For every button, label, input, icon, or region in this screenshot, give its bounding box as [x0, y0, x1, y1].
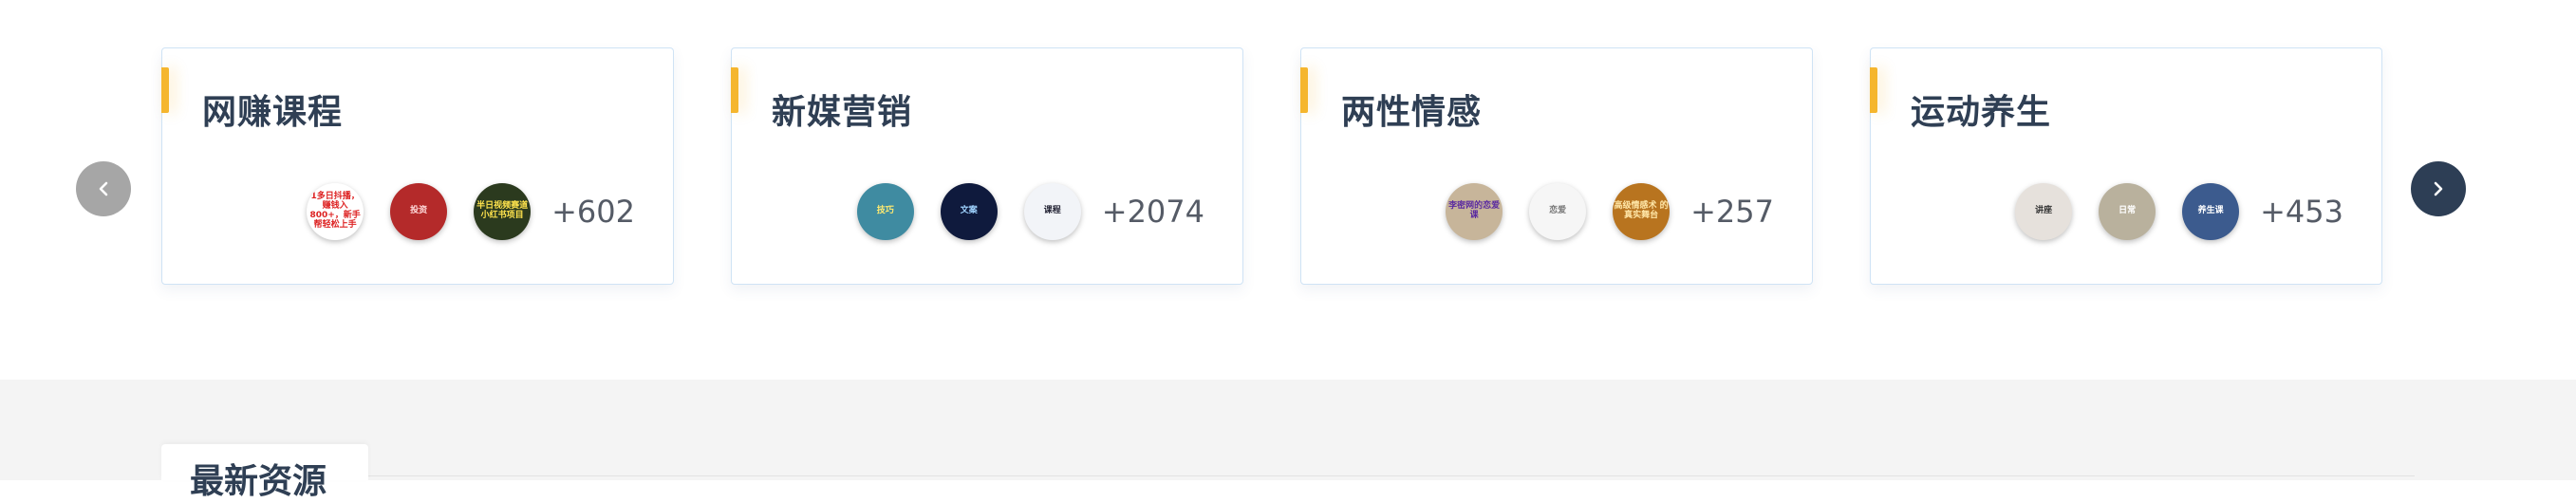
category-title: 新媒营销 [772, 93, 913, 132]
category-card-yundong[interactable]: 运动养生 讲座 日常 养生课 +453 [1870, 47, 2382, 285]
category-title: 运动养生 [1911, 93, 2052, 132]
category-title: 两性情感 [1341, 93, 1483, 132]
card-accent-bar [161, 67, 169, 113]
thumbnail-text: 技巧 [876, 206, 894, 216]
card-accent-bar [1870, 67, 1877, 113]
resource-count: +453 [2260, 194, 2343, 230]
section-title: 最新资源 [190, 462, 327, 501]
thumbnail-stack: 1多日抖播，赚钱入800+，新手帮轻松上手 投资 半日视频赛道 小红书项目 +6… [307, 183, 635, 240]
category-card-wangzhuan[interactable]: 网赚课程 1多日抖播，赚钱入800+，新手帮轻松上手 投资 半日视频赛道 小红书… [161, 47, 674, 285]
chevron-right-icon [2434, 181, 2443, 196]
thumbnail-text: 高级情感术 的真实舞台 [1614, 201, 1669, 220]
thumbnail-text: 李密网的恋爱课 [1448, 201, 1501, 220]
thumbnail-text: 养生课 [2197, 206, 2224, 216]
category-card-liangxing[interactable]: 两性情感 李密网的恋爱课 恋爱 高级情感术 的真实舞台 +257 [1300, 47, 1813, 285]
thumbnail-text: 讲座 [2035, 206, 2053, 216]
resource-count: +257 [1690, 194, 1774, 230]
resource-thumbnail[interactable]: 讲座 [2015, 183, 2073, 240]
carousel-next-button[interactable] [2411, 161, 2466, 216]
carousel-prev-button[interactable] [76, 161, 131, 216]
card-accent-bar [731, 67, 738, 113]
resource-thumbnail[interactable]: 半日视频赛道 小红书项目 [474, 183, 532, 240]
category-carousel: 网赚课程 1多日抖播，赚钱入800+，新手帮轻松上手 投资 半日视频赛道 小红书… [0, 0, 2576, 380]
section-tab[interactable]: 最新资源 [161, 444, 368, 501]
resource-thumbnail[interactable]: 投资 [390, 183, 448, 240]
resource-thumbnail[interactable]: 养生课 [2182, 183, 2240, 240]
resource-thumbnail[interactable]: 恋爱 [1529, 183, 1587, 240]
thumbnail-stack: 技巧 文案 课程 +2074 [856, 183, 1204, 240]
thumbnail-text: 投资 [410, 206, 428, 216]
resource-thumbnail[interactable]: 1多日抖播，赚钱入800+，新手帮轻松上手 [307, 183, 364, 240]
category-title: 网赚课程 [202, 93, 344, 132]
resource-thumbnail[interactable]: 高级情感术 的真实舞台 [1613, 183, 1671, 240]
latest-resources-section: 最新资源 [0, 380, 2576, 501]
resource-count: +2074 [1101, 194, 1204, 230]
thumbnail-text: 恋爱 [1549, 206, 1567, 216]
section-divider [161, 475, 2415, 476]
thumbnail-text: 文案 [960, 206, 978, 216]
thumbnail-text: 日常 [2119, 206, 2137, 216]
resource-count: +602 [551, 194, 635, 230]
thumbnail-stack: 李密网的恋爱课 恋爱 高级情感术 的真实舞台 +257 [1446, 183, 1774, 240]
resource-thumbnail[interactable]: 日常 [2099, 183, 2156, 240]
thumbnail-stack: 讲座 日常 养生课 +453 [2015, 183, 2343, 240]
thumbnail-text: 1多日抖播，赚钱入800+，新手帮轻松上手 [309, 192, 361, 230]
resource-thumbnail[interactable]: 李密网的恋爱课 [1446, 183, 1503, 240]
resource-thumbnail[interactable]: 文案 [940, 183, 998, 240]
resource-thumbnail[interactable]: 技巧 [856, 183, 914, 240]
thumbnail-text: 半日视频赛道 小红书项目 [476, 201, 529, 220]
resource-thumbnail[interactable]: 课程 [1023, 183, 1081, 240]
card-accent-bar [1300, 67, 1308, 113]
thumbnail-text: 课程 [1043, 206, 1061, 216]
chevron-left-icon [99, 181, 108, 196]
category-card-xinmei[interactable]: 新媒营销 技巧 文案 课程 +2074 [731, 47, 1243, 285]
